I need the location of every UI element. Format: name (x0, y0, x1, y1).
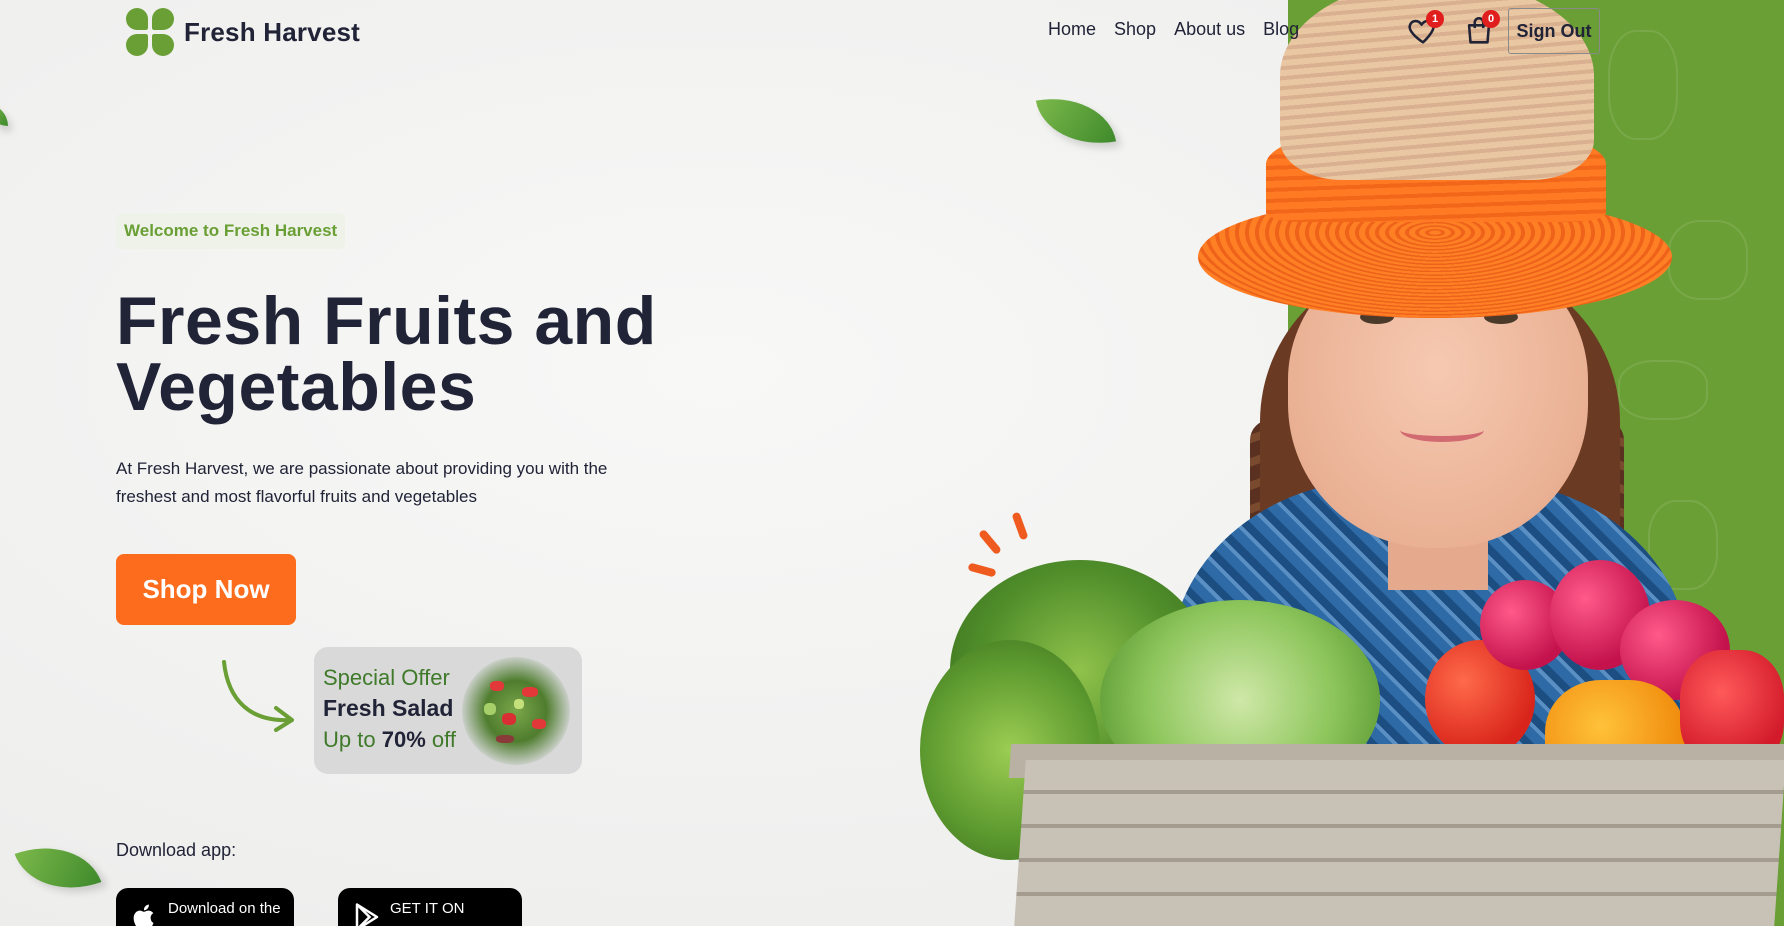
wishlist-count-badge: 1 (1426, 10, 1444, 28)
offer-label: Special Offer (323, 665, 450, 690)
shop-now-button[interactable]: Shop Now (116, 554, 296, 625)
google-play-small-text: GET IT ON (390, 900, 465, 917)
download-app-label: Download app: (116, 840, 237, 860)
logo-icon (126, 8, 174, 56)
nav-blog[interactable]: Blog (1263, 19, 1299, 40)
cart-count-badge: 0 (1482, 10, 1500, 28)
offer-discount-value: 70% (381, 727, 426, 752)
app-store-button[interactable]: Download on the (116, 888, 294, 926)
page: Fresh Harvest Home Shop About us Blog 1 … (0, 0, 1784, 926)
wishlist-button[interactable]: 1 (1406, 10, 1444, 50)
hero-description: At Fresh Harvest, we are passionate abou… (116, 459, 608, 506)
hero-image (920, 0, 1784, 926)
special-offer-card[interactable]: Special Offer Fresh Salad Up to 70% off (314, 647, 582, 774)
google-play-icon (355, 903, 379, 926)
hero-title-line-1: Fresh Fruits and (116, 283, 657, 359)
welcome-badge: Welcome to Fresh Harvest (116, 213, 346, 249)
nav-about-us[interactable]: About us (1174, 19, 1245, 40)
hero-title: Fresh Fruits and Vegetables (116, 287, 716, 421)
leaf-decoration (14, 829, 102, 907)
leaf-decoration (0, 104, 8, 126)
offer-product: Fresh Salad (323, 695, 454, 721)
offer-discount: Up to 70% off (323, 727, 456, 753)
app-store-small-text: Download on the (168, 900, 281, 917)
smile (1400, 418, 1484, 442)
nav-shop[interactable]: Shop (1114, 19, 1156, 40)
sign-out-button[interactable]: Sign Out (1508, 8, 1600, 54)
offer-discount-suffix: off (431, 727, 456, 752)
main-nav: Home Shop About us Blog (1048, 19, 1299, 40)
logo-text: Fresh Harvest (184, 16, 361, 47)
hero-title-line-2: Vegetables (116, 349, 477, 425)
cart-button[interactable]: 0 (1462, 10, 1500, 50)
wooden-crate (1014, 760, 1784, 926)
site-header: Fresh Harvest Home Shop About us Blog 1 … (0, 0, 1784, 64)
curved-arrow-icon (222, 660, 294, 732)
salad-image (462, 657, 570, 765)
nav-home[interactable]: Home (1048, 19, 1096, 40)
offer-discount-prefix: Up to (323, 727, 376, 752)
apple-icon (133, 904, 154, 926)
logo[interactable]: Fresh Harvest (126, 8, 360, 56)
google-play-button[interactable]: GET IT ON (338, 888, 522, 926)
